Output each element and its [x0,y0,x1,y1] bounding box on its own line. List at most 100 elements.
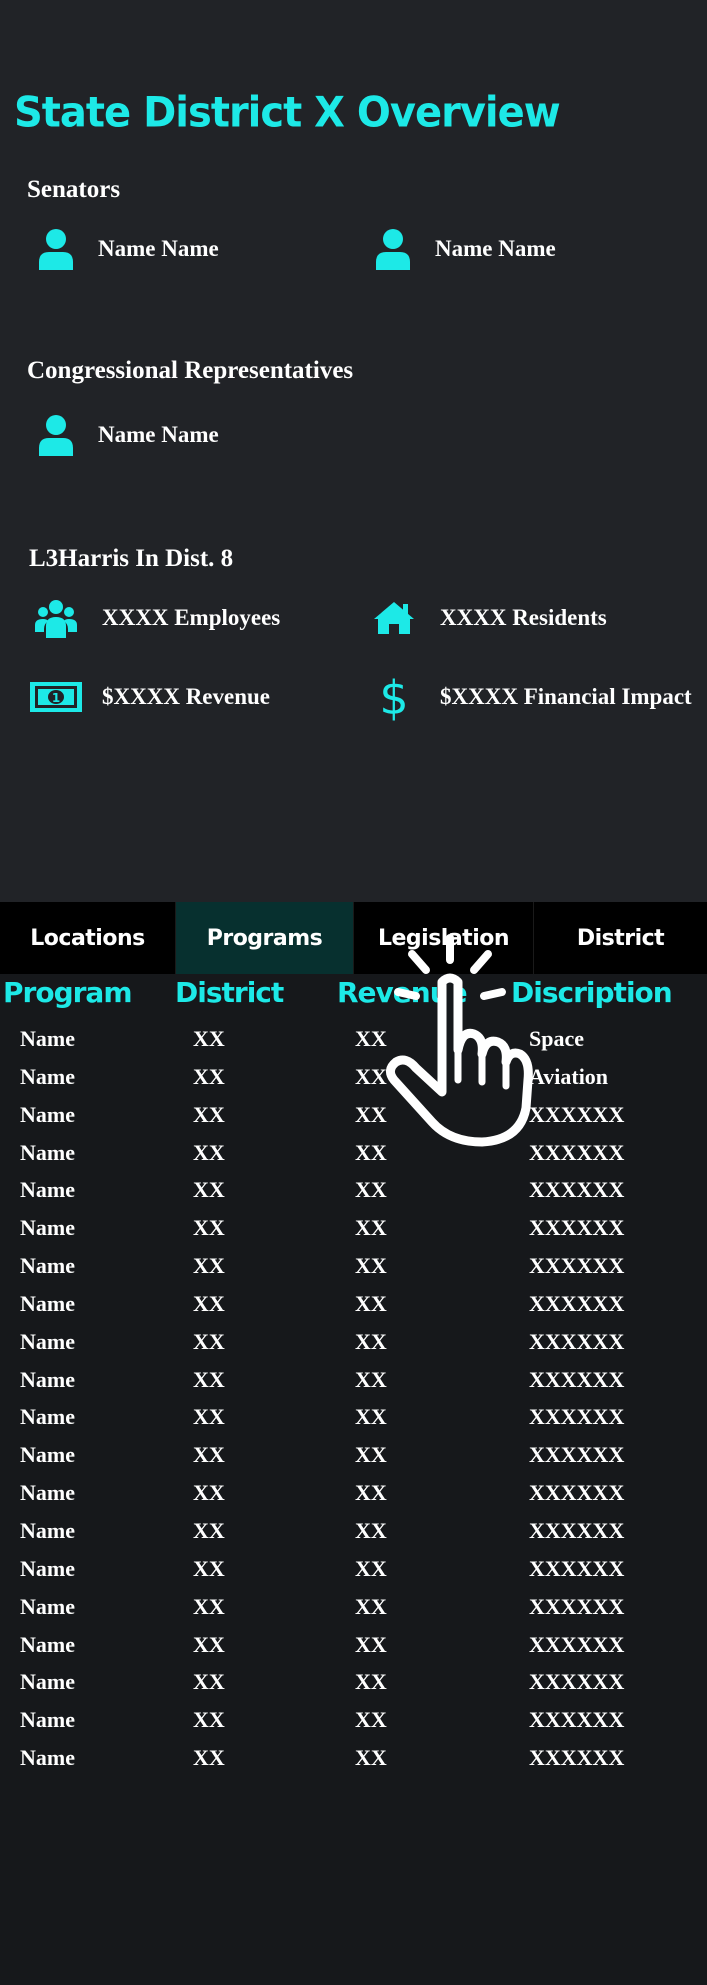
program-cell: Name [20,1026,75,1051]
description-cell: XXXXXX [529,1253,625,1279]
programs-table: Name XX XX Space Name XX XX Aviation Name XX XX XXX… [0,1022,707,1779]
district-cell: XX [193,1517,225,1543]
person-icon [36,227,76,271]
program-cell: Name [20,1328,75,1354]
program-cell: Name [20,1215,75,1241]
tab-district[interactable]: District [534,902,707,974]
program-cell: Name [20,1555,75,1581]
district-cell: XX [193,1707,225,1733]
table-row[interactable]: Name XX XX XXXXXX [0,1514,707,1552]
table-row[interactable]: Name XX XX XXXXXX [0,1628,707,1666]
table-row[interactable]: Name XX XX XXXXXX [0,1325,707,1363]
description-cell: XXXXXX [529,1631,625,1657]
table-row[interactable]: Name XX XX XXXXXX [0,1211,707,1249]
district-cell: XX [193,1253,225,1279]
table-row[interactable]: Name XX XX XXXXXX [0,1476,707,1514]
description-cell: XXXXXX [529,1328,625,1354]
table-row[interactable]: Name XX XX Aviation [0,1060,707,1098]
group-icon [28,596,84,640]
table-row[interactable]: Name XX XX XXXXXX [0,1363,707,1401]
description-cell: XXXXXX [529,1290,625,1316]
revenue-cell: XX [355,1707,387,1733]
table-row[interactable]: Name XX XX XXXXXX [0,1098,707,1136]
table-row[interactable]: Name XX XX XXXXXX [0,1287,707,1325]
tab-bar: Locations Programs Legislation District [0,902,707,974]
overview-panel: State District X Overview Senators Name … [0,0,707,902]
revenue-cell: XX [355,1366,387,1392]
table-header: Program District Revenue Discription [0,976,707,1016]
program-cell: Name [20,1517,75,1543]
residents-label: XXXX Residents [440,605,607,630]
revenue-cell: XX [355,1517,387,1543]
representative-item: Name Name [36,410,219,460]
representative-name: Name Name [98,422,219,447]
description-cell: XXXXXX [529,1669,625,1695]
description-cell: XXXXXX [529,1480,625,1506]
senator-item: Name Name [373,224,556,274]
table-row[interactable]: Name XX XX XXXXXX [0,1249,707,1287]
description-cell: XXXXXX [529,1593,625,1619]
description-cell: XXXXXX [529,1707,625,1733]
employees-stat: XXXX Employees [28,593,280,643]
revenue-stat: 1 $XXXX Revenue [28,672,270,722]
district-cell: XX [193,1631,225,1657]
district-cell: XX [193,1063,225,1089]
district-cell: XX [193,1404,225,1430]
program-cell: Name [20,1177,75,1203]
district-cell: XX [193,1177,225,1203]
senator-item: Name Name [36,224,219,274]
revenue-cell: XX [355,1442,387,1468]
revenue-cell: XX [355,1404,387,1430]
revenue-cell: XX [355,1669,387,1695]
table-row[interactable]: Name XX XX XXXXXX [0,1136,707,1174]
revenue-cell: XX [355,1177,387,1203]
table-row[interactable]: Name XX XX XXXXXX [0,1173,707,1211]
tab-locations[interactable]: Locations [0,902,176,974]
table-row[interactable]: Name XX XX XXXXXX [0,1590,707,1628]
description-cell: XXXXXX [529,1177,625,1203]
description-cell: XXXXXX [529,1555,625,1581]
district-cell: XX [193,1290,225,1316]
program-cell: Name [20,1253,75,1279]
table-row[interactable]: Name XX XX XXXXXX [0,1741,707,1779]
program-cell: Name [20,1631,75,1657]
column-header-district: District [175,976,284,1009]
table-row[interactable]: Name XX XX XXXXXX [0,1552,707,1590]
svg-text:$: $ [381,672,407,722]
description-cell: XXXXXX [529,1404,625,1430]
table-row[interactable]: Name XX XX Space [0,1022,707,1060]
district-cell: XX [193,1328,225,1354]
district-cell: XX [193,1026,225,1051]
district-cell: XX [193,1593,225,1619]
revenue-cell: XX [355,1631,387,1657]
district-cell: XX [193,1366,225,1392]
house-icon [366,596,422,640]
senator-name: Name Name [98,236,219,261]
program-cell: Name [20,1745,75,1771]
program-cell: Name [20,1139,75,1165]
revenue-cell: XX [355,1480,387,1506]
district-cell: XX [193,1215,225,1241]
banknote-icon: 1 [28,675,84,719]
description-cell: XXXXXX [529,1215,625,1241]
program-cell: Name [20,1404,75,1430]
district-cell: XX [193,1555,225,1581]
revenue-cell: XX [355,1593,387,1619]
district-cell: XX [193,1139,225,1165]
description-cell: XXXXXX [529,1517,625,1543]
employees-label: XXXX Employees [102,605,281,630]
senator-name: Name Name [435,236,556,261]
revenue-label: $XXXX Revenue [102,684,271,709]
l3harris-heading: L3Harris In Dist. 8 [29,545,234,572]
senators-heading: Senators [27,176,121,203]
tab-programs[interactable]: Programs [176,902,354,974]
table-row[interactable]: Name XX XX XXXXXX [0,1665,707,1703]
dollar-icon: $ [366,672,422,722]
tap-hand-icon [386,934,533,1147]
description-cell: XXXXXX [529,1366,625,1392]
table-row[interactable]: Name XX XX XXXXXX [0,1703,707,1741]
table-row[interactable]: Name XX XX XXXXXX [0,1400,707,1438]
person-icon [373,227,413,271]
revenue-cell: XX [355,1215,387,1241]
table-row[interactable]: Name XX XX XXXXXX [0,1438,707,1476]
